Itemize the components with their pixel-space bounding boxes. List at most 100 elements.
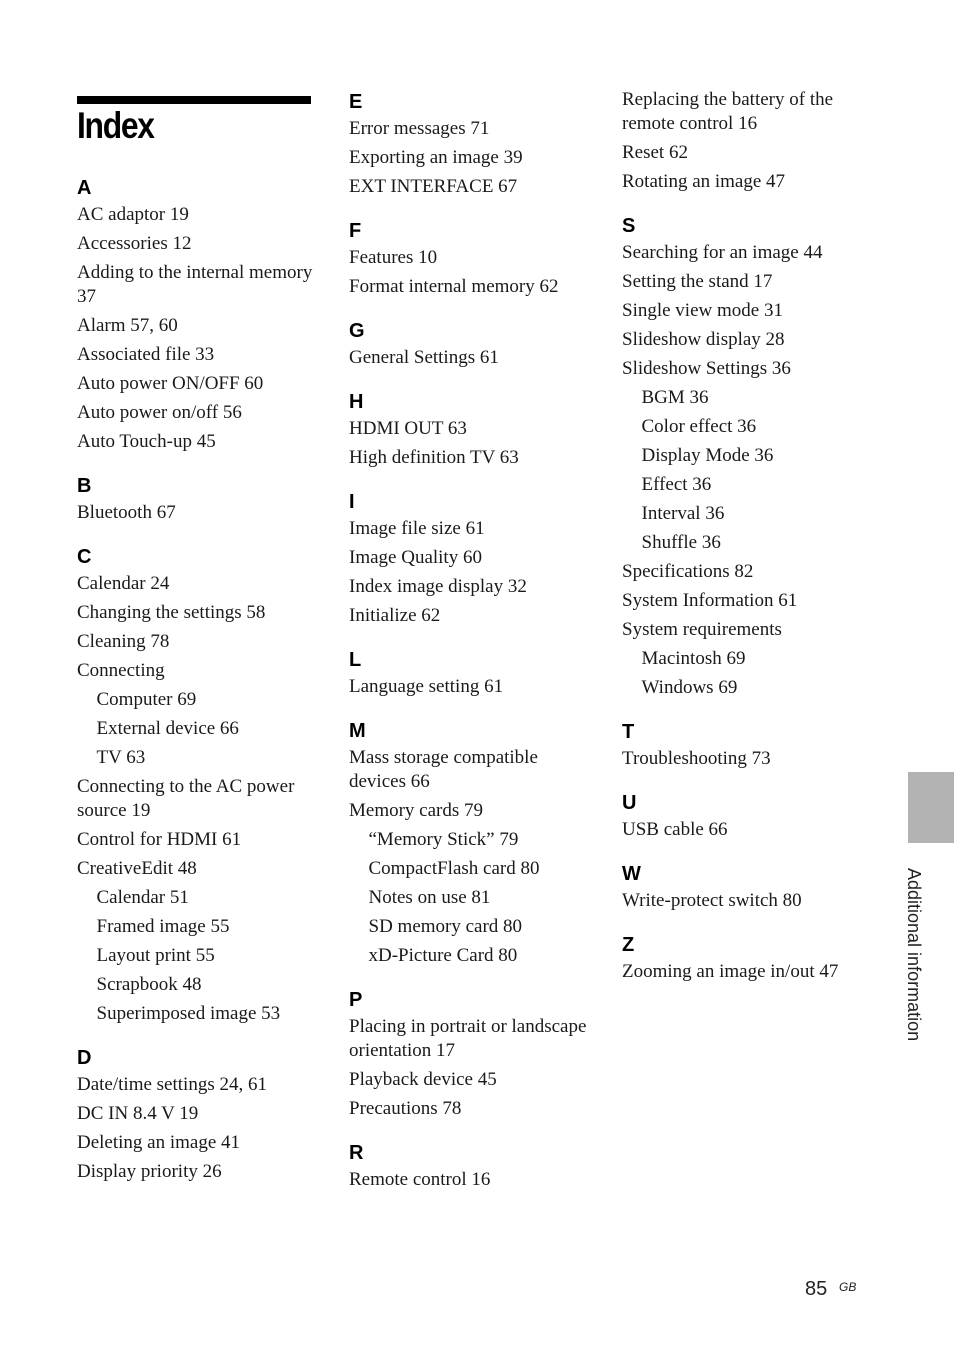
section-letter-heading: W: [622, 863, 641, 885]
section-letter-heading: A: [77, 177, 92, 199]
section-letter-heading: E: [349, 91, 363, 113]
index-entry: Write-protect switch 80: [622, 890, 802, 911]
index-section: Z Zooming an image in/out 47: [622, 931, 882, 989]
index-entry: Troubleshooting 73: [622, 748, 771, 769]
section-letter-heading: C: [77, 546, 92, 568]
index-subentry: SD memory card 80: [368, 916, 523, 937]
index-entry: Playback device 45: [349, 1069, 497, 1090]
index-entry: Remote control 16: [349, 1169, 491, 1190]
section-tab-label: Additional information: [904, 868, 924, 1042]
index-entry: Adding to the internal memory 37: [77, 262, 313, 307]
index-section: I Image file size 61 Image Quality 60 Index…: [349, 488, 599, 633]
index-entry: Cleaning 78: [77, 631, 170, 652]
index-subentry: Color effect 36: [641, 416, 757, 437]
index-entry: Alarm 57, 60: [77, 315, 178, 336]
section-letter-heading: M: [349, 720, 366, 742]
index-column-3: Replacing the battery of the remote cont…: [622, 88, 882, 1002]
index-entry: Associated file 33: [77, 344, 215, 365]
index-section: B Bluetooth 67: [77, 472, 317, 530]
index-entry: Bluetooth 67: [77, 502, 176, 523]
index-subentry: “Memory Stick” 79: [368, 829, 519, 850]
index-entry: Specifications 82: [622, 561, 754, 582]
index-column-2: E Error messages 71 Exporting an image 39 E…: [349, 88, 599, 1210]
index-subentry: Notes on use 81: [368, 887, 491, 908]
index-subentry: xD-Picture Card 80: [368, 945, 518, 966]
index-section: H HDMI OUT 63 High definition TV 63: [349, 388, 599, 475]
index-entry: Slideshow display 28: [622, 329, 785, 350]
index-subentry: Macintosh 69: [641, 648, 746, 669]
index-entry: Precautions 78: [349, 1098, 462, 1119]
section-letter-heading: U: [622, 792, 637, 814]
index-entry: EXT INTERFACE 67: [349, 176, 518, 197]
index-entry: Searching for an image 44: [622, 242, 823, 263]
index-subentry: Display Mode 36: [641, 445, 774, 466]
index-subentry: Windows 69: [641, 677, 738, 698]
index-entry: AC adaptor 19: [77, 204, 189, 225]
section-letter-heading: L: [349, 649, 362, 671]
index-entry: Reset 62: [622, 142, 688, 163]
index-section: F Features 10 Format internal memory 62: [349, 217, 599, 304]
index-section: D Date/time settings 24, 61 DC IN 8.4 V 19…: [77, 1044, 317, 1189]
index-entry: Connecting to the AC power source 19: [77, 776, 295, 821]
index-entry: Features 10: [349, 247, 438, 268]
index-subentry: Layout print 55: [96, 945, 215, 966]
index-column-1: A AC adaptor 19 Accessories 12 Adding to th…: [77, 174, 317, 1202]
section-letter-heading: R: [349, 1142, 364, 1164]
index-entry: Placing in portrait or landscape orienta…: [349, 1016, 587, 1061]
section-letter-heading: D: [77, 1047, 92, 1069]
index-entry: HDMI OUT 63: [349, 418, 467, 439]
index-entry: Image Quality 60: [349, 547, 482, 568]
index-section: E Error messages 71 Exporting an image 39 E…: [349, 88, 599, 204]
section-letter-heading: F: [349, 220, 362, 242]
index-subentry: BGM 36: [641, 387, 709, 408]
index-section: P Placing in portrait or landscape orient…: [349, 986, 599, 1126]
index-entry: Error messages 71: [349, 118, 490, 139]
index-subentry: Shuffle 36: [641, 532, 721, 553]
index-entry: Index image display 32: [349, 576, 527, 597]
index-entry: USB cable 66: [622, 819, 728, 840]
section-letter-heading: G: [349, 320, 365, 342]
index-subentry: Effect 36: [641, 474, 712, 495]
index-entry: Auto power on/off 56: [77, 402, 242, 423]
index-entry: Accessories 12: [77, 233, 192, 254]
index-entry: Rotating an image 47: [622, 171, 786, 192]
index-section: A AC adaptor 19 Accessories 12 Adding to th…: [77, 174, 317, 459]
index-section: Replacing the battery of the remote cont…: [622, 88, 882, 199]
index-section: C Calendar 24 Changing the settings 58 Clea…: [77, 543, 317, 1031]
index-subentry: Scrapbook 48: [96, 974, 202, 995]
index-entry: Auto power ON/OFF 60: [77, 373, 264, 394]
index-entry: Slideshow Settings 36: [622, 358, 791, 379]
index-subentry: Computer 69: [96, 689, 197, 710]
section-letter-heading: P: [349, 989, 363, 1011]
index-subentry: Interval 36: [641, 503, 725, 524]
index-entry: Format internal memory 62: [349, 276, 559, 297]
index-entry: Mass storage compatible devices 66: [349, 747, 538, 792]
section-letter-heading: S: [622, 215, 636, 237]
index-entry: Image file size 61: [349, 518, 485, 539]
index-entry: Initialize 62: [349, 605, 441, 626]
section-letter-heading: B: [77, 475, 92, 497]
index-entry: Setting the stand 17: [622, 271, 773, 292]
page-region-code: GB: [839, 1280, 857, 1294]
index-subentry: Framed image 55: [96, 916, 230, 937]
index-entry: Date/time settings 24, 61: [77, 1074, 267, 1095]
index-entry: Single view mode 31: [622, 300, 783, 321]
index-section: M Mass storage compatible devices 66 Memor…: [349, 717, 599, 973]
index-entry: Auto Touch-up 45: [77, 431, 216, 452]
index-section: G General Settings 61: [349, 317, 599, 375]
index-section: W Write-protect switch 80: [622, 860, 882, 918]
index-entry: CreativeEdit 48: [77, 858, 197, 879]
index-section: T Troubleshooting 73: [622, 718, 882, 776]
index-entry: Calendar 24: [77, 573, 170, 594]
index-entry: System Information 61: [622, 590, 798, 611]
page-number: 85: [805, 1278, 828, 1300]
index-entry: Control for HDMI 61: [77, 829, 242, 850]
index-entry: Zooming an image in/out 47: [622, 961, 839, 982]
index-subentry: TV 63: [96, 747, 146, 768]
index-subentry: Superimposed image 53: [96, 1003, 281, 1024]
index-entry: Deleting an image 41: [77, 1132, 241, 1153]
index-entry: Language setting 61: [349, 676, 504, 697]
index-entry: High definition TV 63: [349, 447, 519, 468]
index-entry: Exporting an image 39: [349, 147, 523, 168]
index-entry: Changing the settings 58: [77, 602, 266, 623]
